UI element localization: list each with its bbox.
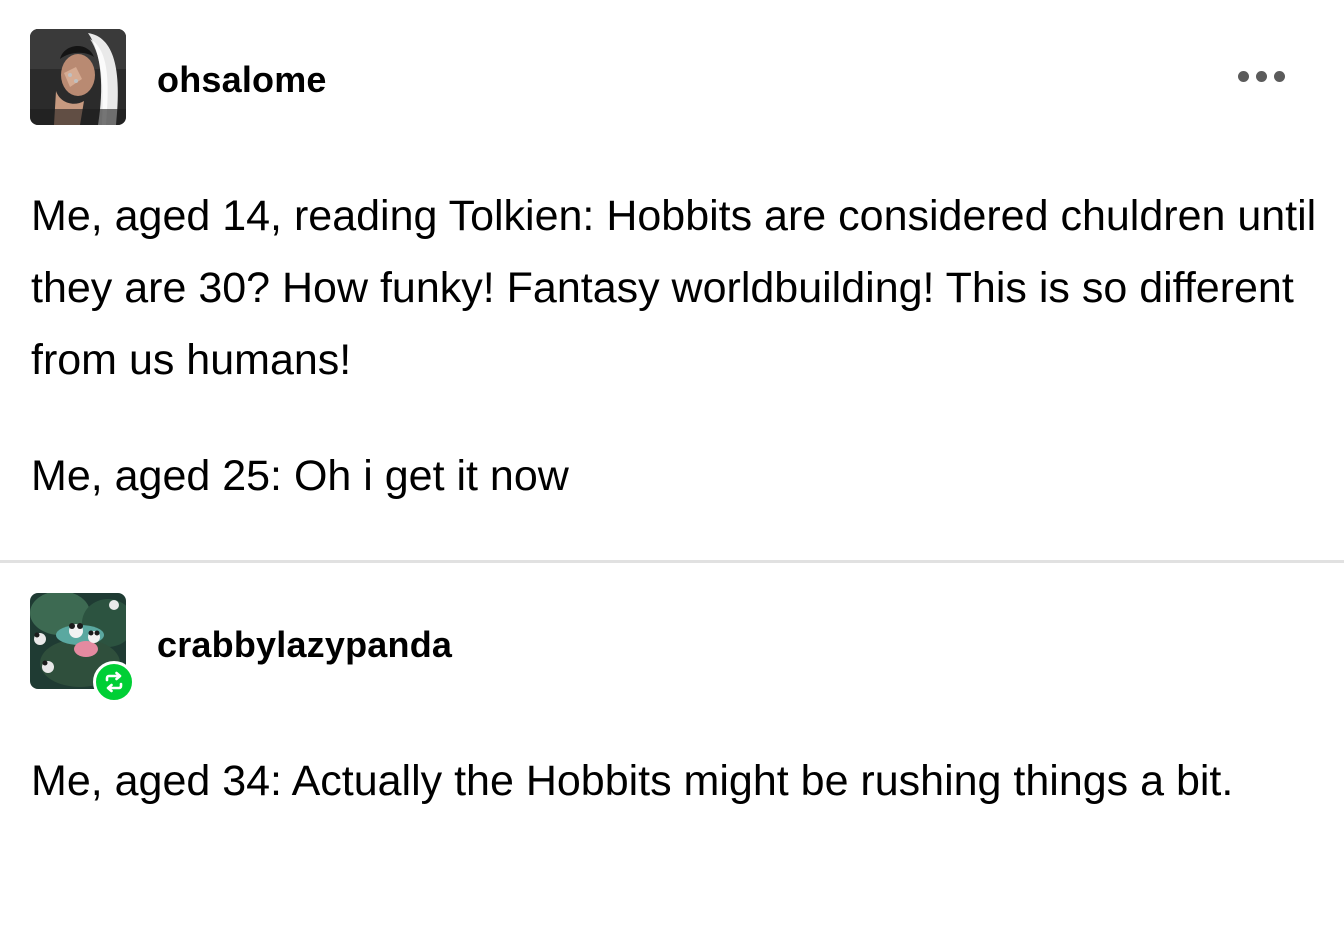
avatar[interactable] bbox=[30, 29, 126, 125]
post-paragraph: Me, aged 34: Actually the Hobbits might … bbox=[31, 757, 1234, 805]
reblog-badge bbox=[93, 661, 135, 703]
reblog-post: crabbylazypanda Me, aged 34: Actually th… bbox=[0, 563, 1344, 928]
user-photo-avatar-icon bbox=[30, 29, 126, 125]
reblog-icon bbox=[105, 671, 123, 693]
post-paragraph: Me, aged 14, reading Tolkien: Hobbits ar… bbox=[31, 192, 1317, 384]
original-post: ohsalome Me, aged 14, reading Tolkien: H… bbox=[0, 0, 1344, 563]
more-options-button[interactable] bbox=[1232, 60, 1298, 92]
post-paragraph: Me, aged 25: Oh i get it now bbox=[31, 452, 569, 500]
more-options-dot bbox=[1256, 71, 1267, 82]
username[interactable]: ohsalome bbox=[157, 60, 327, 100]
username[interactable]: crabbylazypanda bbox=[157, 625, 452, 665]
more-options-dot bbox=[1274, 71, 1285, 82]
more-options-icon bbox=[1238, 71, 1249, 82]
